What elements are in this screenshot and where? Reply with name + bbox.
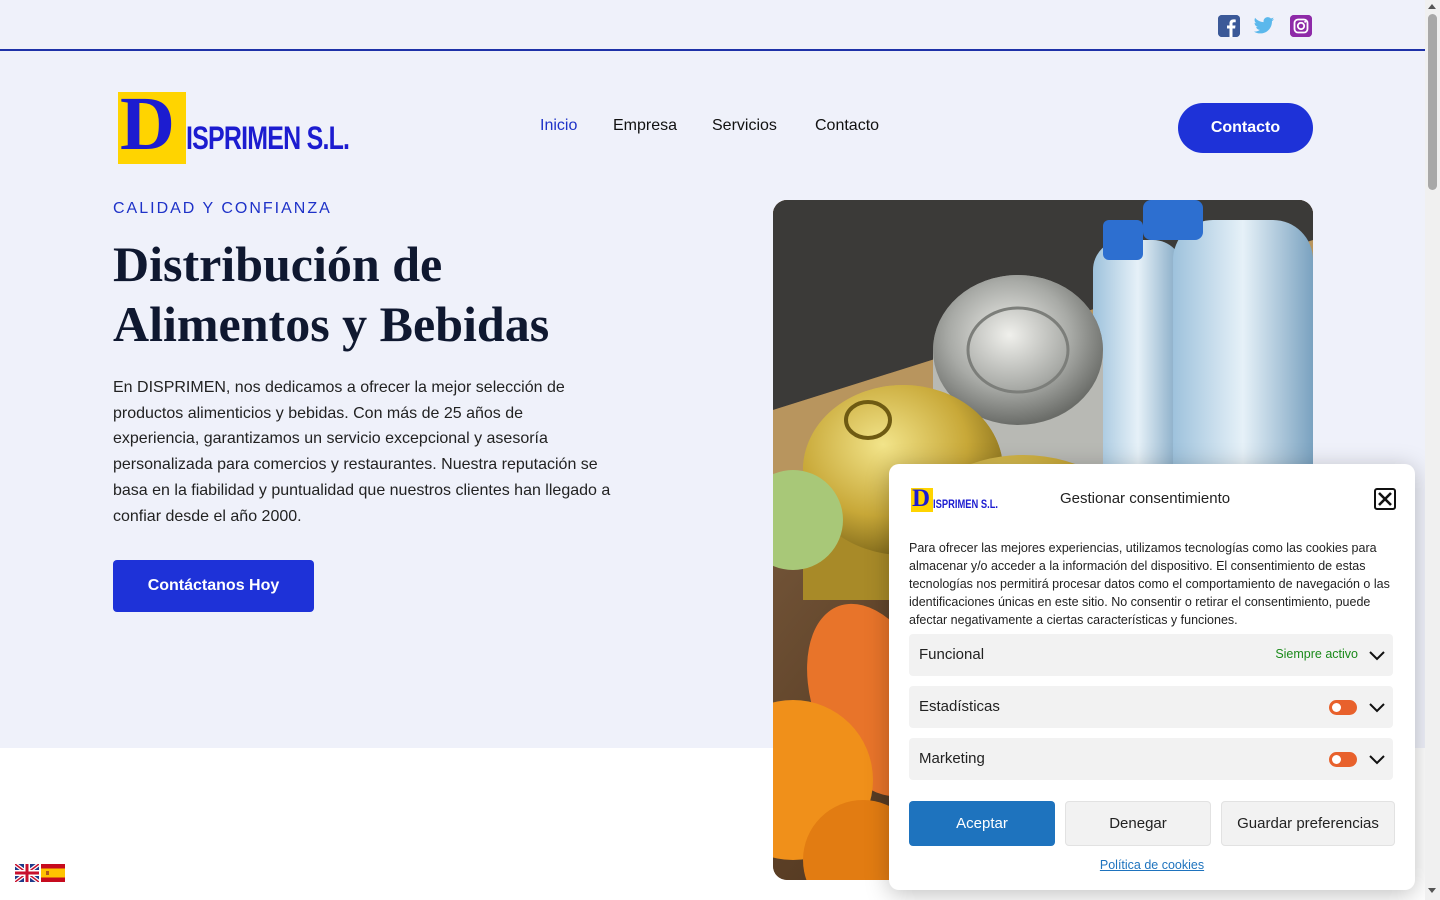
twitter-icon[interactable] [1253, 15, 1275, 37]
hero-title-line2: Alimentos y Bebidas [113, 296, 550, 352]
deny-button[interactable]: Denegar [1065, 801, 1211, 846]
top-bar [0, 0, 1425, 51]
chevron-down-icon[interactable] [1369, 699, 1385, 715]
page-scrollbar[interactable] [1425, 0, 1440, 900]
consent-text: Para ofrecer las mejores experiencias, u… [909, 541, 1390, 627]
contact-us-button[interactable]: Contáctanos Hoy [113, 560, 314, 612]
spanish-flag-icon[interactable] [41, 864, 65, 882]
chevron-down-icon[interactable] [1369, 751, 1385, 767]
category-label: Estadísticas [919, 698, 1000, 715]
contact-button[interactable]: Contacto [1178, 103, 1313, 153]
instagram-icon[interactable] [1290, 15, 1312, 37]
consent-logo: D ISPRIMEN S.L. [911, 485, 999, 512]
chevron-down-icon[interactable] [1369, 647, 1385, 663]
always-active-status: Siempre activo [1275, 647, 1358, 661]
scroll-down-icon[interactable] [1428, 888, 1436, 893]
site-logo[interactable]: D ISPRIMEN S.L. [118, 86, 350, 164]
marketing-toggle[interactable] [1329, 752, 1357, 767]
hero-title-line1: Distribución de [113, 236, 443, 292]
hero-intro: En DISPRIMEN, nos dedicamos a ofrecer la… [113, 379, 611, 525]
close-icon[interactable] [1374, 488, 1396, 510]
cookie-policy-link[interactable]: Política de cookies [889, 858, 1415, 872]
consent-category-marketing[interactable]: Marketing [909, 738, 1393, 780]
consent-category-funcional[interactable]: Funcional Siempre activo [909, 634, 1393, 676]
category-label: Marketing [919, 750, 985, 767]
english-flag-icon[interactable] [13, 862, 41, 884]
consent-category-estadisticas[interactable]: Estadísticas [909, 686, 1393, 728]
cookie-consent-dialog: D ISPRIMEN S.L. Gestionar consentimiento… [889, 464, 1415, 890]
hero-eyebrow: CALIDAD Y CONFIANZA [113, 200, 332, 217]
save-preferences-button[interactable]: Guardar preferencias [1221, 801, 1395, 846]
hero-title: Distribución de Alimentos y Bebidas [113, 234, 673, 354]
consent-title: Gestionar consentimiento [1060, 490, 1231, 507]
scrollbar-thumb[interactable] [1428, 14, 1437, 190]
accept-button[interactable]: Aceptar [909, 801, 1055, 846]
nav-item-contacto[interactable]: Contacto [815, 117, 879, 135]
statistics-toggle[interactable] [1329, 700, 1357, 715]
scroll-up-icon[interactable] [1428, 4, 1436, 9]
nav-item-inicio[interactable]: Inicio [540, 117, 577, 135]
nav-item-servicios[interactable]: Servicios [712, 117, 777, 135]
nav-item-empresa[interactable]: Empresa [613, 117, 677, 135]
category-label: Funcional [919, 646, 985, 663]
facebook-icon[interactable] [1218, 15, 1240, 37]
